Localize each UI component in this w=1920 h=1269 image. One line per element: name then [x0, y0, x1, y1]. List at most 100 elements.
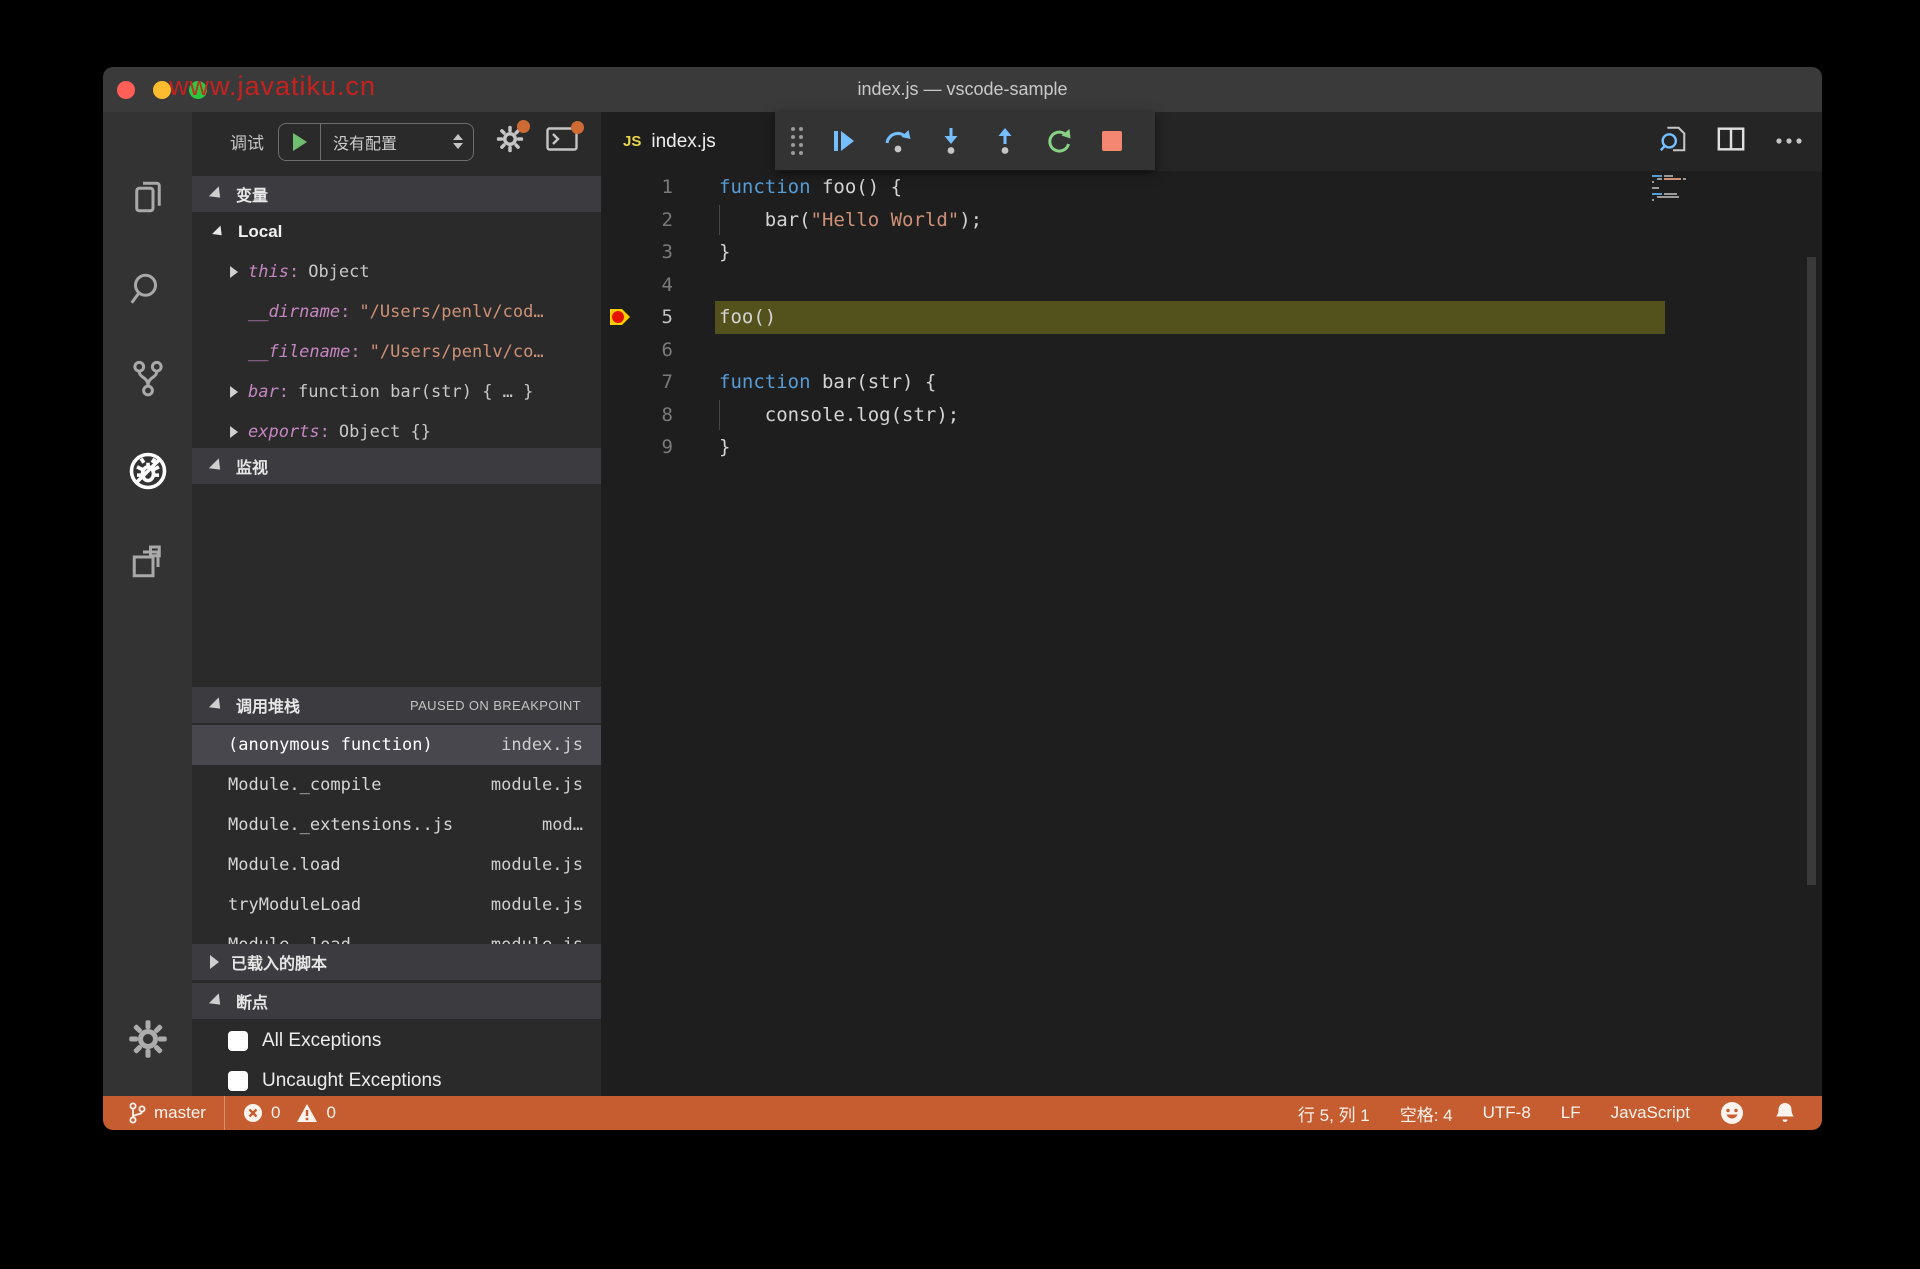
statusbar-item[interactable]: 行 5, 列 1: [1298, 1101, 1370, 1126]
loaded-scripts-section-header[interactable]: 已载入的脚本: [192, 944, 601, 980]
step-out-button[interactable]: [978, 112, 1032, 170]
statusbar-item[interactable]: LF: [1561, 1103, 1581, 1123]
breakpoints-section-header[interactable]: 断点: [192, 983, 601, 1019]
split-editor-icon[interactable]: [1716, 124, 1746, 159]
breakpoint-gutter[interactable]: [601, 334, 635, 367]
stop-button[interactable]: [1085, 112, 1139, 170]
line-number: 3: [635, 241, 673, 263]
code-line[interactable]: 9}: [601, 431, 1822, 464]
minimap[interactable]: [1652, 175, 1710, 201]
debug-icon[interactable]: [103, 436, 192, 506]
call-stack-section-header[interactable]: 调用堆栈 PAUSED ON BREAKPOINT: [192, 687, 601, 723]
statusbar-item[interactable]: 空格: 4: [1400, 1101, 1453, 1126]
branch-icon: [129, 1102, 146, 1124]
variable-row[interactable]: bar:function bar(str) { … }: [192, 372, 601, 412]
code-line[interactable]: 3}: [601, 236, 1822, 269]
frame-function: tryModuleLoad: [228, 895, 361, 915]
variable-row[interactable]: exports:Object {}: [192, 412, 601, 448]
frame-file: module.js: [477, 895, 583, 915]
frame-file: module.js: [477, 855, 583, 875]
console-badge-dot: [571, 121, 584, 134]
source-control-icon[interactable]: [103, 343, 192, 413]
frame-function: Module._load: [228, 935, 351, 944]
breakpoint-gutter[interactable]: [601, 431, 635, 464]
warnings-icon: [296, 1103, 318, 1123]
step-over-button[interactable]: [871, 112, 925, 170]
variables-list: Local this:Object__dirname:"/Users/penlv…: [192, 212, 601, 448]
breakpoint-gutter[interactable]: [601, 399, 635, 432]
breakpoint-gutter[interactable]: [601, 269, 635, 302]
watch-section-header[interactable]: 监视: [192, 448, 601, 484]
line-content: console.log(str);: [719, 404, 959, 426]
notifications-bell-icon[interactable]: [1774, 1101, 1796, 1125]
call-stack-list: (anonymous function)index.jsModule._comp…: [192, 725, 601, 944]
code-line[interactable]: 1function foo() {: [601, 171, 1822, 204]
call-stack-frame[interactable]: Module.loadmodule.js: [192, 845, 601, 885]
feedback-smiley-icon[interactable]: [1720, 1101, 1744, 1125]
call-stack-frame[interactable]: Module._compilemodule.js: [192, 765, 601, 805]
variable-row[interactable]: __filename:"/Users/penlv/co…: [192, 332, 601, 372]
variable-name: this: [248, 262, 289, 282]
more-actions-icon[interactable]: [1774, 133, 1804, 151]
variable-colon: :: [279, 382, 289, 402]
variable-row[interactable]: __dirname:"/Users/penlv/cod…: [192, 292, 601, 332]
watch-section-title: 监视: [236, 454, 268, 478]
debug-console-button[interactable]: [546, 126, 578, 157]
tab-indexjs[interactable]: JS index.js: [601, 112, 775, 171]
checkbox[interactable]: [228, 1031, 248, 1051]
code-area[interactable]: 1function foo() {2 bar("Hello World");3}…: [601, 171, 1822, 464]
settings-gear-icon[interactable]: [103, 1004, 192, 1074]
open-changes-search-icon[interactable]: [1658, 124, 1688, 159]
variables-section-title: 变量: [236, 182, 268, 206]
breakpoint-gutter[interactable]: [601, 236, 635, 269]
line-content: }: [719, 436, 730, 458]
variable-name: __filename: [248, 342, 350, 362]
debug-configuration-dropdown[interactable]: 没有配置: [278, 123, 474, 161]
restart-button[interactable]: [1032, 112, 1086, 170]
code-line[interactable]: 5foo(): [601, 301, 1822, 334]
continue-button[interactable]: [817, 112, 871, 170]
variables-section-header[interactable]: 变量: [192, 176, 601, 212]
explorer-icon[interactable]: [103, 162, 192, 232]
breakpoint-row[interactable]: Uncaught Exceptions: [192, 1061, 601, 1096]
extensions-icon[interactable]: [103, 527, 192, 597]
breakpoint-gutter[interactable]: [601, 301, 635, 334]
scope-row-local[interactable]: Local: [192, 212, 601, 252]
line-number: 6: [635, 339, 673, 361]
call-stack-frame[interactable]: tryModuleLoad module.js: [192, 885, 601, 925]
editor-actions: [1658, 112, 1804, 171]
toolbar-drag-handle[interactable]: [791, 127, 803, 155]
code-line[interactable]: 8 console.log(str);: [601, 399, 1822, 432]
checkbox[interactable]: [228, 1071, 248, 1091]
search-icon[interactable]: [103, 254, 192, 324]
statusbar-item[interactable]: UTF-8: [1483, 1103, 1531, 1123]
chevron-expanded-icon: [209, 186, 225, 202]
variable-row[interactable]: this:Object: [192, 252, 601, 292]
code-line[interactable]: 7function bar(str) {: [601, 366, 1822, 399]
variable-colon: :: [320, 422, 330, 442]
problems-item[interactable]: 0 0: [243, 1103, 336, 1123]
debug-sidebar: 调试 没有配置 变量: [192, 112, 601, 1096]
breakpoint-gutter[interactable]: [601, 171, 635, 204]
breakpoint-row[interactable]: All Exceptions: [192, 1021, 601, 1061]
code-line[interactable]: 6: [601, 334, 1822, 367]
code-line[interactable]: 2 bar("Hello World");: [601, 204, 1822, 237]
step-into-button[interactable]: [924, 112, 978, 170]
call-stack-frame[interactable]: Module._loadmodule.js: [192, 925, 601, 944]
statusbar-item[interactable]: JavaScript: [1611, 1103, 1690, 1123]
line-number: 8: [635, 404, 673, 426]
git-branch-item[interactable]: master: [129, 1102, 206, 1124]
debug-toolbar: [775, 112, 1155, 170]
variable-value: "/Users/penlv/co…: [370, 342, 544, 362]
start-debug-button[interactable]: [279, 124, 321, 160]
breakpoint-gutter[interactable]: [601, 204, 635, 237]
scrollbar[interactable]: [1807, 257, 1816, 885]
frame-file: mod…: [528, 815, 583, 835]
call-stack-frame[interactable]: Module._extensions..jsmod…: [192, 805, 601, 845]
call-stack-frame[interactable]: (anonymous function)index.js: [192, 725, 601, 765]
configure-gear-button[interactable]: [496, 125, 524, 158]
frame-file: module.js: [477, 775, 583, 795]
code-line[interactable]: 4: [601, 269, 1822, 302]
breakpoints-section-title: 断点: [236, 989, 268, 1013]
breakpoint-gutter[interactable]: [601, 366, 635, 399]
